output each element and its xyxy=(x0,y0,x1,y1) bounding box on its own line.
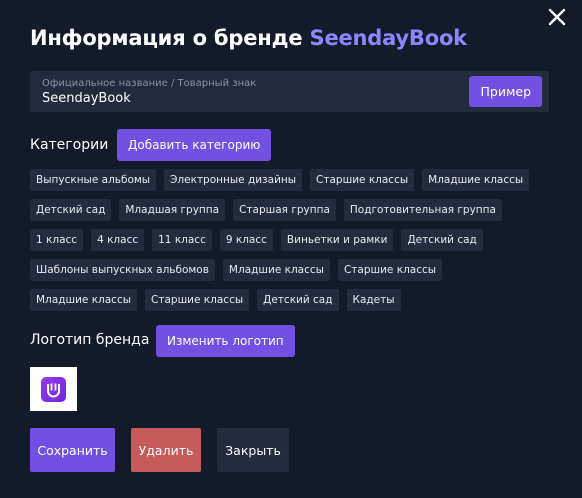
category-chip[interactable]: Виньетки и рамки xyxy=(280,229,394,251)
logo-label: Логотип бренда xyxy=(30,332,150,348)
brand-info-modal: Информация о бренде SeendayBook Официаль… xyxy=(0,0,582,498)
category-chip[interactable]: Старшие классы xyxy=(145,289,250,311)
category-chip[interactable]: Подготовительная группа xyxy=(343,199,502,221)
close-button[interactable]: Закрыть xyxy=(217,428,289,472)
change-logo-button[interactable]: Изменить логотип xyxy=(156,325,295,357)
example-button[interactable]: Пример xyxy=(469,76,542,107)
category-chip[interactable]: Младшие классы xyxy=(222,259,330,281)
category-chip[interactable]: 11 класс xyxy=(152,229,212,251)
page-title: Информация о бренде SeendayBook xyxy=(30,26,467,50)
title-prefix: Информация о бренде xyxy=(30,26,303,50)
brand-logo xyxy=(30,367,77,411)
category-chip[interactable]: 1 класс xyxy=(30,229,84,251)
brand-logo-glyph xyxy=(47,383,60,397)
save-button[interactable]: Сохранить xyxy=(30,428,115,472)
category-chip[interactable]: 4 класс xyxy=(91,229,145,251)
category-chip[interactable]: Кадеты xyxy=(346,289,401,311)
brand-name-label: Официальное название / Товарный знак xyxy=(42,78,257,89)
brand-name-field[interactable]: Официальное название / Товарный знак See… xyxy=(30,71,549,112)
category-chip[interactable]: Электронные дизайны xyxy=(164,169,303,191)
category-chip[interactable]: Старшая группа xyxy=(233,199,336,221)
close-icon[interactable] xyxy=(546,6,568,28)
category-chip-list: Выпускные альбомы Электронные дизайны Стар… xyxy=(30,169,550,311)
brand-name-value[interactable]: SeendayBook xyxy=(42,91,131,106)
category-chip[interactable]: Старшие классы xyxy=(310,169,415,191)
delete-button[interactable]: Удалить xyxy=(131,428,201,472)
brand-logo-mark xyxy=(41,376,66,402)
category-chip[interactable]: Детский сад xyxy=(257,289,339,311)
category-chip[interactable]: Младшая группа xyxy=(119,199,226,221)
category-chip[interactable]: Детский сад xyxy=(401,229,483,251)
category-chip[interactable]: Шаблоны выпускных альбомов xyxy=(30,259,215,281)
category-chip[interactable]: Младшие классы xyxy=(422,169,530,191)
title-brand-name: SeendayBook xyxy=(309,26,468,50)
category-chip[interactable]: Младшие классы xyxy=(30,289,138,311)
category-chip[interactable]: Старшие классы xyxy=(337,259,443,281)
add-category-button[interactable]: Добавить категорию xyxy=(117,129,272,161)
category-chip[interactable]: 9 класс xyxy=(219,229,273,251)
categories-label: Категории xyxy=(30,137,109,153)
category-chip[interactable]: Детский сад xyxy=(30,199,112,221)
category-chip[interactable]: Выпускные альбомы xyxy=(30,169,157,191)
